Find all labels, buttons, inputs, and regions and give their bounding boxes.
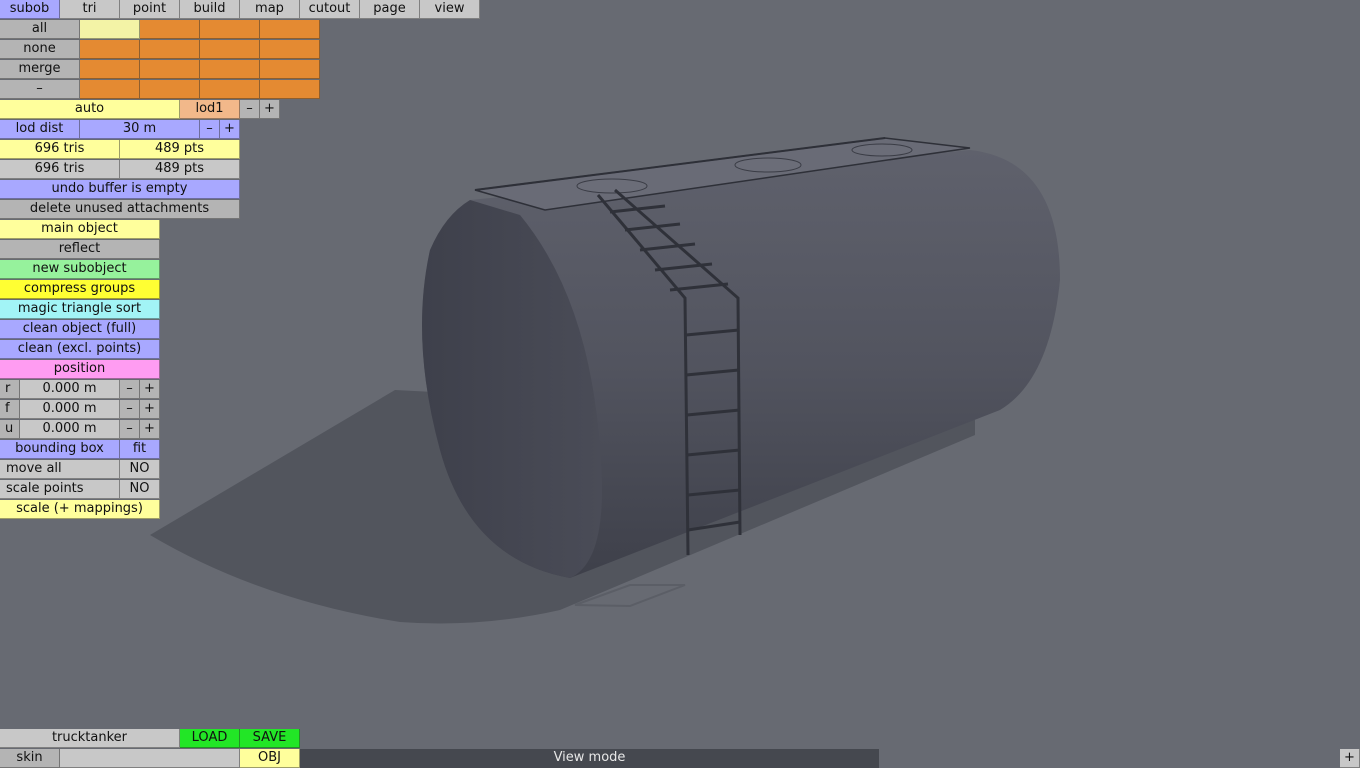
undo-status: undo buffer is empty — [0, 180, 240, 199]
axis-r-minus-button[interactable]: – — [120, 380, 140, 399]
pts-count-total: 489 pts — [120, 160, 240, 179]
status-bar: View mode — [300, 749, 879, 768]
subobject-slot[interactable] — [140, 40, 200, 59]
subobject-slot[interactable] — [200, 40, 260, 59]
skin-label: skin — [0, 749, 60, 768]
subobject-slot[interactable] — [260, 60, 320, 79]
position-header[interactable]: position — [0, 360, 160, 379]
clean-excl-points-button[interactable]: clean (excl. points) — [0, 340, 160, 359]
pts-count: 489 pts — [120, 140, 240, 159]
axis-u-value[interactable]: 0.000 m — [20, 420, 120, 439]
axis-f-value[interactable]: 0.000 m — [20, 400, 120, 419]
save-button[interactable]: SAVE — [240, 729, 300, 748]
menu-build[interactable]: build — [180, 0, 240, 19]
lod-dist-value[interactable]: 30 m — [80, 120, 200, 139]
axis-f-plus-button[interactable]: + — [140, 400, 160, 419]
move-all-toggle[interactable]: NO — [120, 460, 160, 479]
lod-plus-button[interactable]: + — [260, 100, 280, 119]
hatch — [851, 143, 913, 157]
lod-dist-minus-button[interactable]: – — [200, 120, 220, 139]
hatch — [734, 157, 802, 173]
subobject-slot[interactable] — [260, 40, 320, 59]
subobject-slot[interactable] — [200, 60, 260, 79]
corner-plus-button[interactable]: + — [1340, 749, 1360, 768]
subobject-slot[interactable] — [80, 40, 140, 59]
subobject-slot[interactable] — [260, 80, 320, 99]
move-all-label: move all — [0, 460, 120, 479]
subobject-slot[interactable] — [260, 20, 320, 39]
scale-points-toggle[interactable]: NO — [120, 480, 160, 499]
minus-button[interactable]: – — [0, 80, 80, 99]
menu-point[interactable]: point — [120, 0, 180, 19]
menu-tri[interactable]: tri — [60, 0, 120, 19]
select-none-button[interactable]: none — [0, 40, 80, 59]
scale-points-label: scale points — [0, 480, 120, 499]
lod-current[interactable]: lod1 — [180, 100, 240, 119]
subobject-slot[interactable] — [80, 60, 140, 79]
main-object-button[interactable]: main object — [0, 220, 160, 239]
delete-unused-attachments-button[interactable]: delete unused attachments — [0, 200, 240, 219]
magic-triangle-sort-button[interactable]: magic triangle sort — [0, 300, 160, 319]
menu-cutout[interactable]: cutout — [300, 0, 360, 19]
axis-f-minus-button[interactable]: – — [120, 400, 140, 419]
subobject-slot[interactable] — [140, 60, 200, 79]
axis-r-plus-button[interactable]: + — [140, 380, 160, 399]
menu-view[interactable]: view — [420, 0, 480, 19]
tris-count-total: 696 tris — [0, 160, 120, 179]
bounding-box-fit-button[interactable]: fit — [120, 440, 160, 459]
scale-mappings-button[interactable]: scale (+ mappings) — [0, 500, 160, 519]
subobject-slot[interactable] — [80, 80, 140, 99]
clean-object-full-button[interactable]: clean object (full) — [0, 320, 160, 339]
lod-dist-label: lod dist — [0, 120, 80, 139]
axis-u-label: u — [0, 420, 20, 439]
lod-minus-button[interactable]: – — [240, 100, 260, 119]
axis-r-value[interactable]: 0.000 m — [20, 380, 120, 399]
merge-button[interactable]: merge — [0, 60, 80, 79]
menu-subob[interactable]: subob — [0, 0, 60, 19]
tris-count: 696 tris — [0, 140, 120, 159]
axis-u-minus-button[interactable]: – — [120, 420, 140, 439]
lod-dist-plus-button[interactable]: + — [220, 120, 240, 139]
obj-button[interactable]: OBJ — [240, 749, 300, 768]
load-button[interactable]: LOAD — [180, 729, 240, 748]
bounding-box-button[interactable]: bounding box — [0, 440, 120, 459]
reflect-button[interactable]: reflect — [0, 240, 160, 259]
skin-field[interactable] — [60, 749, 240, 768]
subobject-slot[interactable] — [200, 80, 260, 99]
compress-groups-button[interactable]: compress groups — [0, 280, 160, 299]
subobject-slot[interactable] — [200, 20, 260, 39]
axis-u-plus-button[interactable]: + — [140, 420, 160, 439]
subobject-slot[interactable] — [140, 20, 200, 39]
file-name-field[interactable]: trucktanker — [0, 729, 180, 748]
axis-r-label: r — [0, 380, 20, 399]
lod-auto-button[interactable]: auto — [0, 100, 180, 119]
subobject-slot[interactable] — [140, 80, 200, 99]
hatch — [576, 178, 648, 194]
new-subobject-button[interactable]: new subobject — [0, 260, 160, 279]
menu-map[interactable]: map — [240, 0, 300, 19]
subobject-slot[interactable] — [80, 20, 140, 39]
menu-page[interactable]: page — [360, 0, 420, 19]
select-all-button[interactable]: all — [0, 20, 80, 39]
axis-f-label: f — [0, 400, 20, 419]
